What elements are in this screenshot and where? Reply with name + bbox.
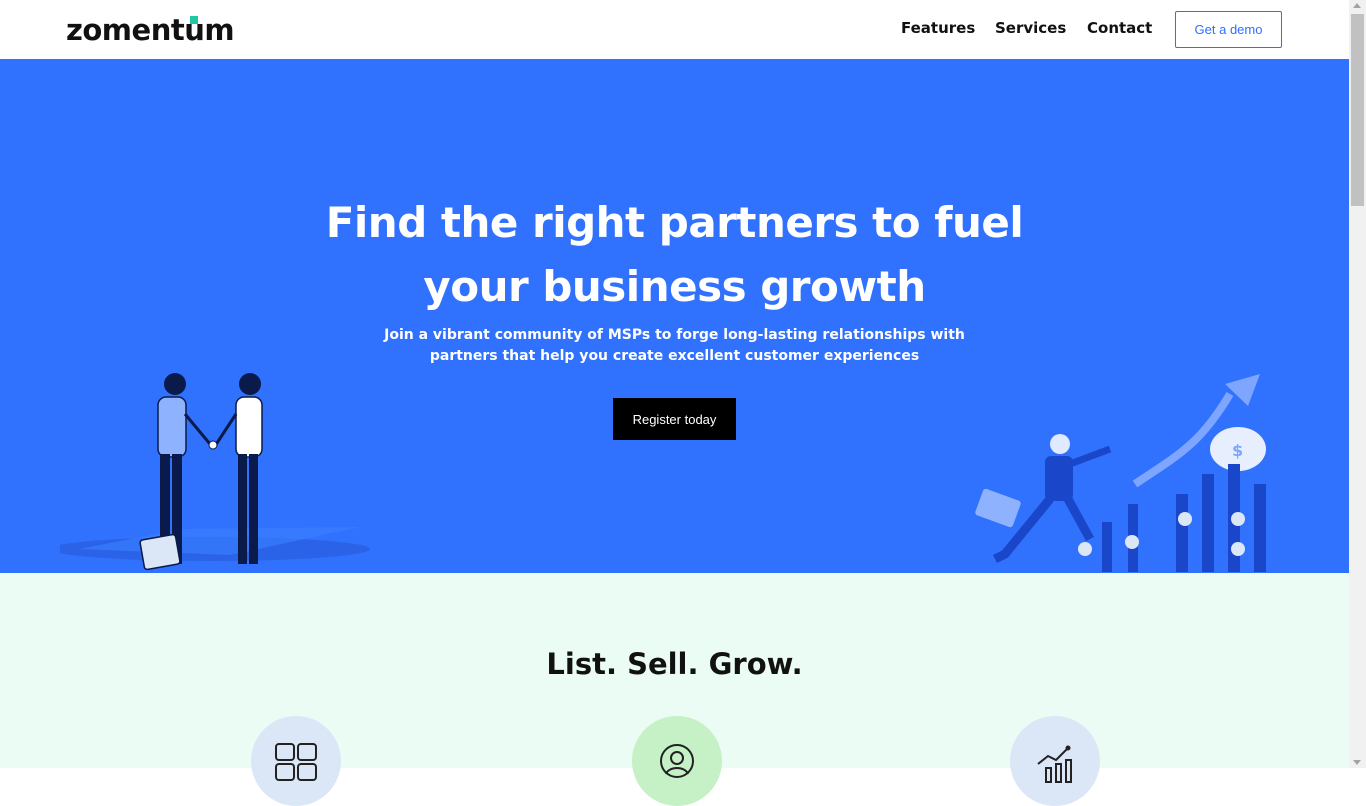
feature-sell-circle <box>632 716 722 806</box>
feature-list-circle <box>251 716 341 806</box>
feature-grow-circle <box>1010 716 1100 806</box>
svg-text:$: $ <box>1232 441 1243 460</box>
user-headset-icon <box>660 744 694 778</box>
nav-contact[interactable]: Contact <box>1087 19 1152 37</box>
layout-grid-icon <box>275 743 317 781</box>
nav-services[interactable]: Services <box>995 19 1066 37</box>
section-title: List. Sell. Grow. <box>546 647 803 681</box>
hero-subtitle: Join a vibrant community of MSPs to forg… <box>384 327 965 364</box>
scroll-down-arrow-icon[interactable] <box>1353 760 1361 765</box>
growth-chart-illustration: $ <box>975 374 1266 572</box>
hero-title: Find the right partners to fuel your bus… <box>325 198 1024 311</box>
page-scrollbar[interactable] <box>1349 0 1366 768</box>
handshake-illustration <box>60 373 370 571</box>
scroll-thumb[interactable] <box>1351 14 1364 206</box>
get-a-demo-button[interactable]: Get a demo <box>1175 11 1282 48</box>
nav-features[interactable]: Features <box>901 19 975 37</box>
register-today-button[interactable]: Register today <box>613 398 736 440</box>
logo-accent-square <box>190 16 198 24</box>
site-header: zomentum Features Services Contact Get a… <box>0 0 1349 59</box>
chart-growth-icon <box>1037 745 1072 783</box>
logo-text: zomentum <box>66 13 235 47</box>
scroll-up-arrow-icon[interactable] <box>1353 3 1361 8</box>
hero-section: Find the right partners to fuel your bus… <box>0 59 1349 573</box>
list-sell-grow-section: List. Sell. Grow. <box>0 573 1349 806</box>
zomentum-logo[interactable]: zomentum <box>66 12 235 48</box>
